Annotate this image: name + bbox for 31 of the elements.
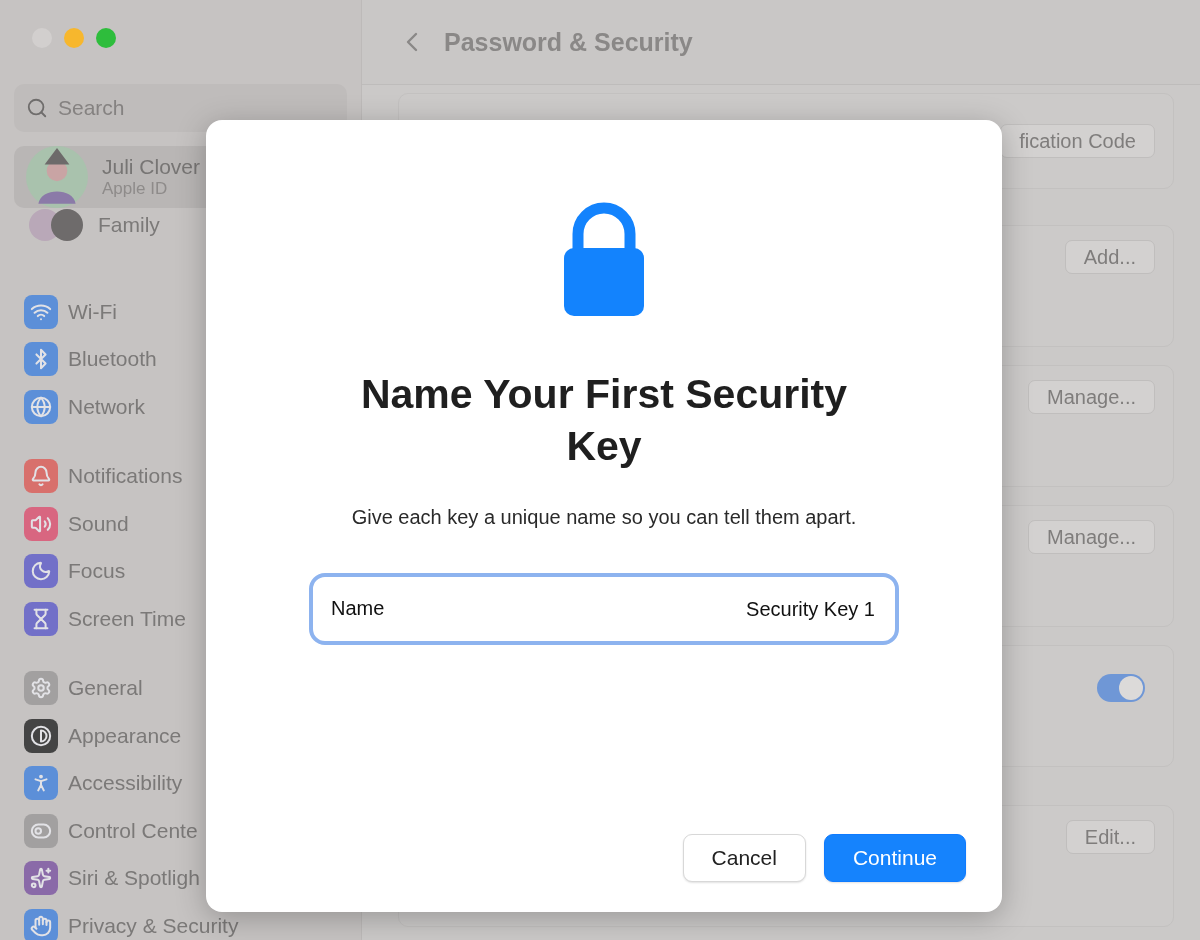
- sidebar-item[interactable]: Notifications: [14, 452, 347, 500]
- sidebar-item[interactable]: Sound: [14, 500, 347, 548]
- lock-icon: [564, 200, 644, 316]
- sidebar-item[interactable]: Accessibility: [14, 759, 347, 807]
- dialog-message: Give each key a unique name so you can tell them apart.: [351, 506, 857, 529]
- card-button[interactable]: Add...: [1064, 240, 1155, 274]
- zoom-button[interactable]: [96, 28, 116, 48]
- card-button[interactable]: Manage...: [1028, 520, 1155, 554]
- family-avatars-icon: [28, 208, 84, 242]
- card-button[interactable]: Manage...: [1028, 380, 1155, 414]
- avatar-icon: [26, 146, 88, 208]
- sidebar-item[interactable]: Siri & Spotligh: [14, 854, 347, 902]
- sidebar-item[interactable]: General: [14, 664, 347, 712]
- sidebar-item[interactable]: Control Cente: [14, 807, 347, 855]
- search-icon: [26, 97, 48, 119]
- field-label: Name: [331, 597, 385, 620]
- card-button[interactable]: Edit...: [1065, 820, 1155, 854]
- sidebar-item[interactable]: Appearance: [14, 712, 347, 760]
- sidebar-item[interactable]: Wi-Fi: [14, 288, 347, 336]
- toggle-switch[interactable]: [1097, 674, 1145, 702]
- sidebar-item[interactable]: Network: [14, 383, 347, 431]
- minimize-button[interactable]: [64, 28, 84, 48]
- continue-button[interactable]: Continue: [823, 834, 966, 882]
- sidebar-item[interactable]: Privacy & Security: [14, 902, 347, 940]
- sidebar-item[interactable]: Bluetooth: [14, 335, 347, 383]
- account-name: Juli Clover: [102, 155, 201, 179]
- cancel-button[interactable]: Cancel: [682, 834, 806, 882]
- dialog-title: Name Your First Security Key: [359, 370, 849, 471]
- card-button[interactable]: fication Code: [1000, 124, 1155, 158]
- page-title: Password & Security: [444, 27, 693, 57]
- family-label[interactable]: Family: [98, 213, 160, 237]
